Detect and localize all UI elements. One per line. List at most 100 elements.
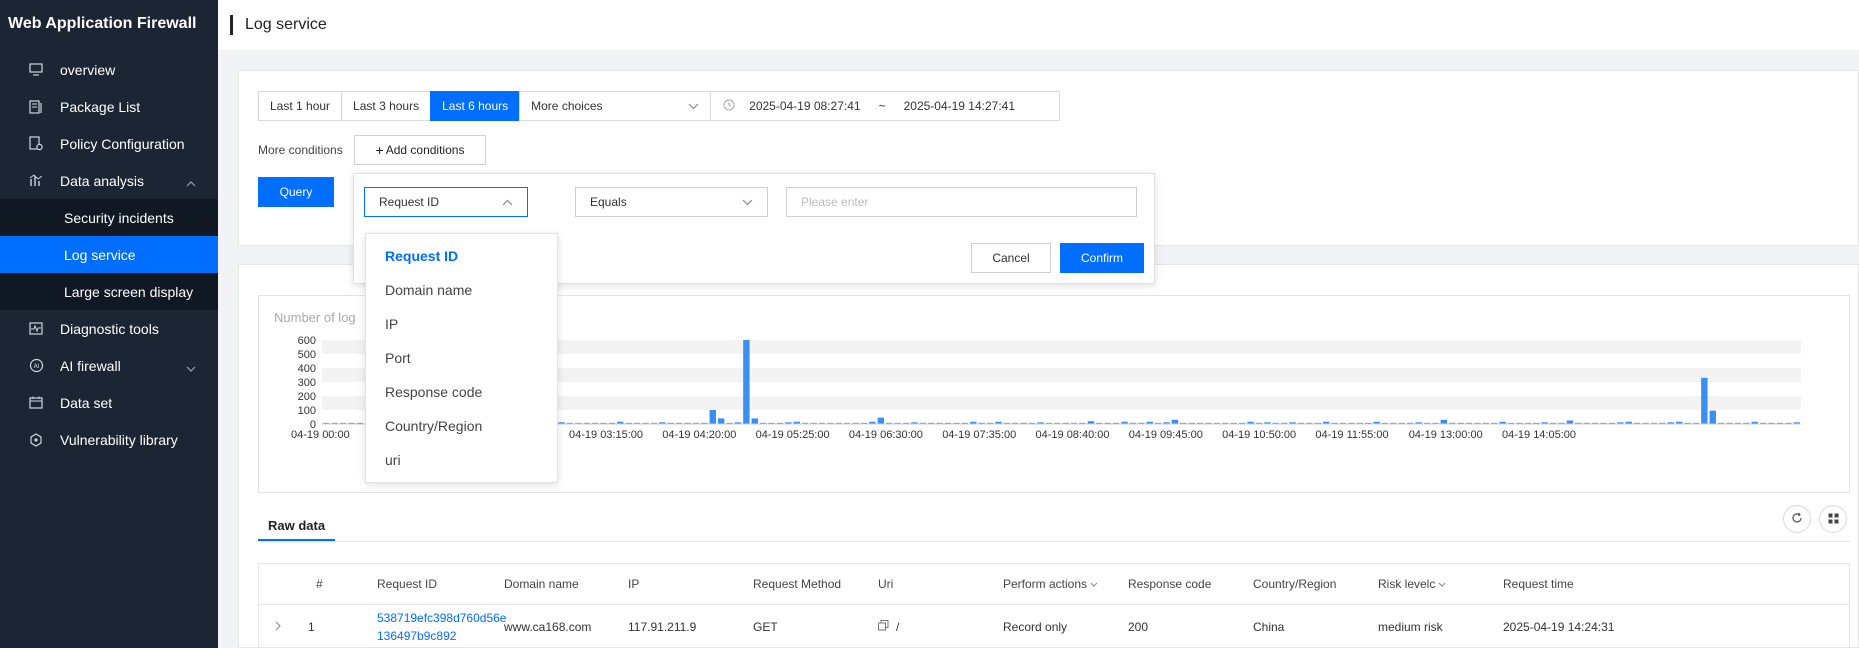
- chart-bar: [1441, 420, 1447, 424]
- chart-bar: [743, 340, 749, 424]
- col-header-ip: IP: [628, 564, 639, 604]
- cell-method: GET: [753, 620, 778, 634]
- y-tick-label: 500: [298, 349, 316, 361]
- x-tick-label: 04-19 08:40:00: [1036, 429, 1110, 441]
- sidebar-item-data-set[interactable]: Data set: [0, 384, 218, 421]
- range-end: 2025-04-19 14:27:41: [904, 99, 1015, 113]
- cell-uri: /: [878, 620, 899, 634]
- chart-bar: [1701, 378, 1707, 424]
- sidebar-item-diagnostic-tools[interactable]: Diagnostic tools: [0, 310, 218, 347]
- chart-icon: [28, 173, 44, 189]
- chevron-down-icon: [186, 359, 196, 375]
- option-request-id[interactable]: Request ID: [366, 239, 557, 273]
- col-header-country-region: Country/Region: [1253, 564, 1336, 604]
- page-title: Log service: [245, 16, 327, 34]
- policy-icon: [28, 136, 44, 152]
- sidebar-item-policy-configuration[interactable]: Policy Configuration: [0, 125, 218, 162]
- sidebar-item-label: overview: [60, 62, 115, 78]
- range-last-3-hours[interactable]: Last 3 hours: [341, 91, 431, 121]
- x-tick-label: 04-19 04:20:00: [662, 429, 736, 441]
- sidebar-item-ai-firewall[interactable]: AI AI firewall: [0, 347, 218, 384]
- option-country-region[interactable]: Country/Region: [366, 409, 557, 443]
- sidebar-item-label: Policy Configuration: [60, 136, 185, 152]
- plus-icon: +: [376, 142, 384, 158]
- title-accent: [230, 15, 233, 35]
- x-tick-label: 04-19 11:55:00: [1315, 429, 1388, 441]
- y-tick-label: 300: [298, 377, 316, 389]
- chevron-up-icon: [502, 195, 513, 209]
- col-header-request-time: Request time: [1503, 564, 1574, 604]
- condition-operator-value: Equals: [590, 195, 627, 209]
- sidebar-item-label: AI firewall: [60, 358, 121, 374]
- condition-value-input[interactable]: Please enter: [786, 187, 1137, 217]
- x-tick-label: 04-19 07:35:00: [942, 429, 1016, 441]
- more-conditions-label: More conditions: [258, 143, 343, 157]
- column-settings-button[interactable]: [1819, 505, 1847, 533]
- tab-raw-data[interactable]: Raw data: [258, 511, 335, 541]
- sidebar-item-package-list[interactable]: Package List: [0, 88, 218, 125]
- condition-field-value: Request ID: [379, 195, 439, 209]
- col-header-risk-level[interactable]: Risk levelc: [1378, 564, 1446, 604]
- col-header-request-id: Request ID: [377, 564, 437, 604]
- monitor-icon: [28, 62, 44, 78]
- cell-ip: 117.91.211.9: [628, 620, 696, 634]
- query-button[interactable]: Query: [258, 177, 334, 207]
- option-ip[interactable]: IP: [366, 307, 557, 341]
- x-tick-label: 04-19 03:15:00: [569, 429, 643, 441]
- x-tick-label: 04-19 06:30:00: [849, 429, 923, 441]
- col-header-uri: Uri: [878, 564, 893, 604]
- chart-bar: [752, 418, 758, 424]
- col-header-response-code: Response code: [1128, 564, 1211, 604]
- cancel-button[interactable]: Cancel: [971, 243, 1051, 273]
- x-tick-label: 04-19 00:00: [291, 429, 350, 441]
- col-header-domain-name: Domain name: [504, 564, 579, 604]
- copy-icon[interactable]: [878, 620, 889, 634]
- sidebar-item-data-analysis[interactable]: Data analysis: [0, 162, 218, 199]
- col-header-index: #: [316, 564, 323, 604]
- sidebar-item-label: Diagnostic tools: [60, 321, 159, 337]
- condition-field-select[interactable]: Request ID: [364, 187, 528, 217]
- option-uri[interactable]: uri: [366, 443, 557, 477]
- confirm-button[interactable]: Confirm: [1060, 243, 1144, 273]
- condition-value-placeholder: Please enter: [801, 195, 868, 209]
- x-tick-label: 04-19 09:45:00: [1129, 429, 1203, 441]
- refresh-button[interactable]: [1783, 505, 1811, 533]
- sidebar-item-log-service[interactable]: Log service: [0, 236, 218, 273]
- col-header-label: Perform actions: [1003, 577, 1087, 591]
- tab-divider: [258, 541, 1850, 542]
- more-choices-select[interactable]: More choices: [519, 91, 711, 121]
- option-port[interactable]: Port: [366, 341, 557, 375]
- sidebar-item-large-screen-display[interactable]: Large screen display: [0, 273, 218, 310]
- date-range-picker[interactable]: 2025-04-19 08:27:41 ~ 2025-04-19 14:27:4…: [710, 91, 1060, 121]
- add-conditions-button[interactable]: + Add conditions: [354, 135, 486, 165]
- sidebar-item-overview[interactable]: overview: [0, 51, 218, 88]
- row-expand-toggle[interactable]: [275, 620, 281, 634]
- sidebar-item-vulnerability-library[interactable]: Vulnerability library: [0, 421, 218, 458]
- x-tick-label: 04-19 10:50:00: [1222, 429, 1296, 441]
- range-last-6-hours[interactable]: Last 6 hours: [430, 91, 520, 121]
- col-header-perform-actions[interactable]: Perform actions: [1003, 564, 1098, 604]
- chart-bar: [1567, 421, 1573, 425]
- page-header: Log service: [218, 0, 1859, 50]
- chevron-down-icon: [688, 99, 699, 113]
- more-choices-label: More choices: [531, 99, 602, 113]
- condition-field-dropdown: Request ID Domain name IP Port Response …: [365, 233, 558, 483]
- chart-title: Number of log: [274, 310, 356, 325]
- raw-data-table: # Request ID Domain name IP Request Meth…: [258, 563, 1850, 648]
- range-last-1-hour[interactable]: Last 1 hour: [258, 91, 342, 121]
- option-domain-name[interactable]: Domain name: [366, 273, 557, 307]
- chart-bar: [1710, 411, 1716, 424]
- cell-action: Record only: [1003, 620, 1067, 634]
- sidebar-item-label: Package List: [60, 99, 140, 115]
- col-header-request-method: Request Method: [753, 564, 841, 604]
- sidebar-item-security-incidents[interactable]: Security incidents: [0, 199, 218, 236]
- cell-domain: www.ca168.com: [504, 620, 591, 634]
- cell-response-code: 200: [1128, 620, 1148, 634]
- svg-text:AI: AI: [33, 363, 39, 370]
- filter-chevron-icon: [1438, 582, 1446, 587]
- chart-bar: [710, 410, 716, 424]
- request-id-link[interactable]: 538719efc398d760d56e 136497b9c892: [377, 609, 506, 645]
- condition-operator-select[interactable]: Equals: [575, 187, 768, 217]
- option-response-code[interactable]: Response code: [366, 375, 557, 409]
- chart-bar: [1172, 420, 1178, 424]
